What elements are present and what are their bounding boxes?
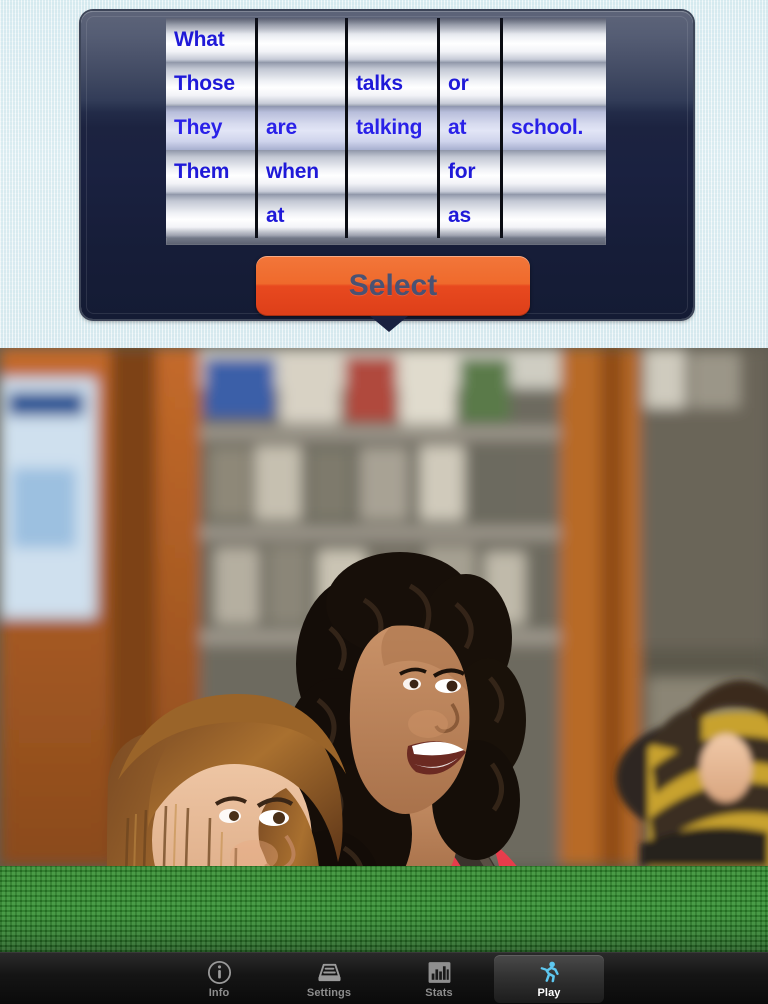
reel-row-partial[interactable]: at as [166, 194, 606, 238]
reel-cell[interactable]: as [440, 194, 503, 238]
app-root: What Those talks or They are talking at … [0, 0, 768, 1004]
reel-cell[interactable] [348, 150, 440, 194]
tab-stats[interactable]: Stats [384, 955, 494, 1003]
reel-cell[interactable] [258, 62, 348, 106]
reel-word: talks [356, 72, 403, 95]
reel-word: school. [511, 116, 584, 139]
reel-cell[interactable]: for [440, 150, 503, 194]
reel-cell[interactable]: or [440, 62, 503, 106]
stats-icon [427, 959, 452, 985]
tab-label: Play [537, 987, 561, 999]
reel-cell[interactable] [503, 62, 606, 106]
select-button[interactable]: Select [256, 256, 530, 316]
reel-cell[interactable] [440, 18, 503, 62]
panel-pointer-tail [370, 316, 408, 332]
reel-row-selected[interactable]: They are talking at school. [166, 106, 606, 150]
reel-cell[interactable] [166, 194, 258, 238]
reel-cell[interactable]: at [258, 194, 348, 238]
tab-settings[interactable]: Settings [274, 955, 384, 1003]
play-run-icon [537, 959, 562, 985]
reel-word: Those [174, 72, 235, 95]
reel-cell[interactable]: talking [348, 106, 440, 150]
reel-cell[interactable]: when [258, 150, 348, 194]
reel-cell[interactable] [258, 18, 348, 62]
settings-icon [316, 959, 343, 985]
reel-word: are [266, 116, 297, 139]
reel-word: when [266, 160, 319, 183]
green-felt-strip [0, 866, 768, 952]
reel-cell[interactable] [348, 18, 440, 62]
reel-word: for [448, 160, 476, 183]
reel-cell[interactable]: at [440, 106, 503, 150]
reel-cell[interactable]: Them [166, 150, 258, 194]
scene-photo [0, 348, 768, 866]
reel-cell[interactable] [503, 194, 606, 238]
reel-cell[interactable] [503, 150, 606, 194]
reel-word: or [448, 72, 469, 95]
tab-play[interactable]: Play [494, 955, 604, 1003]
info-icon [207, 959, 232, 985]
reel-cell[interactable]: Those [166, 62, 258, 106]
reel-word: at [266, 204, 285, 227]
tab-label: Settings [306, 987, 352, 999]
reel-word: as [448, 204, 471, 227]
reel-cell[interactable] [503, 18, 606, 62]
sentence-slot-panel: What Those talks or They are talking at … [81, 11, 693, 319]
reel-word: at [448, 116, 467, 139]
reel-word: Them [174, 160, 230, 183]
tab-label: Stats [425, 987, 453, 999]
reel-cell[interactable]: talks [348, 62, 440, 106]
reel-word: What [174, 28, 225, 51]
reel-word: They [174, 116, 223, 139]
tab-info[interactable]: Info [164, 955, 274, 1003]
reel-row[interactable]: Them when for [166, 150, 606, 194]
reel-row[interactable]: What [166, 18, 606, 62]
reel-cell[interactable]: school. [503, 106, 606, 150]
reel-cell[interactable] [348, 194, 440, 238]
tab-bar: Info Settings Stats Play [0, 952, 768, 1004]
reel-row[interactable]: Those talks or [166, 62, 606, 106]
reel-word: talking [356, 116, 423, 139]
reel-cell[interactable]: What [166, 18, 258, 62]
reel-cell[interactable]: are [258, 106, 348, 150]
reel-window[interactable]: What Those talks or They are talking at … [166, 18, 606, 245]
tab-label: Info [208, 987, 230, 999]
reel-cell[interactable]: They [166, 106, 258, 150]
